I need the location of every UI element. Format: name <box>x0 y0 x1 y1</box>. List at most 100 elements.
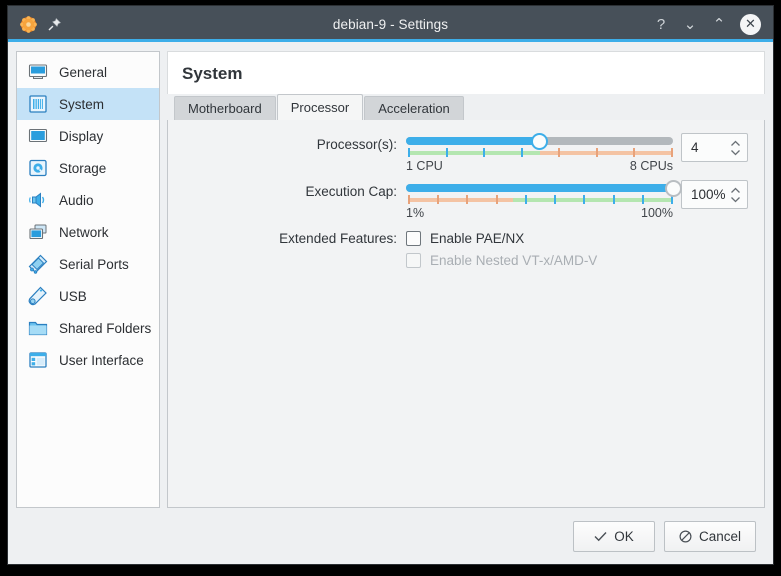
sidebar-item-label: Display <box>59 129 103 144</box>
sidebar-item-label: User Interface <box>59 353 144 368</box>
execution-cap-label: Execution Cap: <box>168 181 406 199</box>
slider-handle[interactable] <box>531 133 548 150</box>
user-interface-icon <box>27 349 49 371</box>
slider-tick <box>671 148 673 157</box>
prohibition-icon <box>679 530 692 543</box>
sidebar-item-general[interactable]: General <box>17 56 159 88</box>
enable-pae-nx-label: Enable PAE/NX <box>430 231 524 246</box>
ok-button-label: OK <box>614 529 634 544</box>
speaker-icon <box>27 189 49 211</box>
processors-max-label: 8 CPUs <box>630 159 673 173</box>
slider-tick <box>583 195 585 204</box>
folder-icon <box>27 317 49 339</box>
maximize-button[interactable]: ⌃ <box>711 16 727 32</box>
sidebar-item-label: Serial Ports <box>59 257 129 272</box>
cancel-button[interactable]: Cancel <box>664 521 756 552</box>
slider-tick <box>437 195 439 204</box>
window-body: General System <box>8 42 773 564</box>
tab-bar: Motherboard Processor Acceleration <box>167 94 765 120</box>
slider-tick <box>554 195 556 204</box>
slider-range-bar-secondary <box>513 198 671 202</box>
slider-tick <box>483 148 485 157</box>
slider-tick <box>521 148 523 157</box>
chevron-up-icon <box>730 187 741 194</box>
execution-cap-slider[interactable] <box>406 181 673 203</box>
sidebar-item-serial-ports[interactable]: Serial Ports <box>17 248 159 280</box>
panes: General System <box>16 51 765 508</box>
processors-range-labels: 1 CPU 8 CPUs <box>406 159 673 173</box>
tab-acceleration[interactable]: Acceleration <box>364 96 464 120</box>
sidebar-item-display[interactable]: Display <box>17 120 159 152</box>
titlebar-buttons: ? ⌄ ⌃ ✕ <box>653 14 773 35</box>
close-button[interactable]: ✕ <box>740 14 761 35</box>
harddisk-icon <box>27 157 49 179</box>
extended-features-row-1: Extended Features: Enable PAE/NX <box>168 231 748 246</box>
chevron-down-icon <box>730 149 741 156</box>
title-bar: debian-9 - Settings ? ⌄ ⌃ ✕ <box>8 6 773 42</box>
settings-window: debian-9 - Settings ? ⌄ ⌃ ✕ <box>8 6 773 564</box>
serial-port-icon <box>27 253 49 275</box>
execution-cap-slider-block: 1% 100% <box>406 181 681 220</box>
slider-fill <box>406 137 540 145</box>
ok-button[interactable]: OK <box>573 521 655 552</box>
enable-nested-vtx-label: Enable Nested VT-x/AMD-V <box>430 253 597 268</box>
chip-icon <box>27 93 49 115</box>
sidebar-item-usb[interactable]: USB <box>17 280 159 312</box>
pin-icon[interactable] <box>47 17 62 32</box>
extended-features-row-2: Enable Nested VT-x/AMD-V <box>168 253 748 268</box>
execution-cap-min-label: 1% <box>406 206 424 220</box>
processor-tab-panel: Processor(s): 1 CPU 8 CPUs <box>167 119 765 508</box>
minimize-button[interactable]: ⌄ <box>682 16 698 32</box>
slider-tick-marks <box>408 195 671 202</box>
sidebar-item-label: Shared Folders <box>59 321 151 336</box>
display-icon <box>27 125 49 147</box>
chevron-up-icon <box>730 140 741 147</box>
tab-motherboard[interactable]: Motherboard <box>174 96 276 120</box>
help-button[interactable]: ? <box>653 16 669 32</box>
slider-tick <box>525 195 527 204</box>
page-header: System <box>167 51 765 94</box>
processors-label: Processor(s): <box>168 134 406 152</box>
sidebar-item-shared-folders[interactable]: Shared Folders <box>17 312 159 344</box>
execution-cap-max-label: 100% <box>641 206 673 220</box>
chevron-down-icon <box>730 196 741 203</box>
slider-tick <box>558 148 560 157</box>
spinner-arrows[interactable] <box>730 140 741 156</box>
execution-cap-range-labels: 1% 100% <box>406 206 673 220</box>
sidebar-item-label: Network <box>59 225 109 240</box>
sidebar-item-audio[interactable]: Audio <box>17 184 159 216</box>
tab-processor[interactable]: Processor <box>277 94 364 120</box>
network-icon <box>27 221 49 243</box>
slider-tick <box>496 195 498 204</box>
slider-tick <box>408 148 410 157</box>
sidebar-item-label: General <box>59 65 107 80</box>
slider-tick <box>446 148 448 157</box>
sidebar-item-user-interface[interactable]: User Interface <box>17 344 159 376</box>
slider-handle[interactable] <box>665 180 682 197</box>
slider-tick <box>633 148 635 157</box>
processors-spinbox[interactable]: 4 <box>681 133 748 162</box>
extended-features-label: Extended Features: <box>168 231 406 246</box>
vbox-settings-gear-icon <box>19 15 38 34</box>
page-title: System <box>182 64 750 84</box>
processors-min-label: 1 CPU <box>406 159 443 173</box>
processors-value: 4 <box>691 140 730 155</box>
sidebar-item-network[interactable]: Network <box>17 216 159 248</box>
execution-cap-spinbox[interactable]: 100% <box>681 180 748 209</box>
slider-tick <box>466 195 468 204</box>
processors-slider[interactable] <box>406 134 673 156</box>
sidebar-item-storage[interactable]: Storage <box>17 152 159 184</box>
slider-tick <box>408 195 410 204</box>
sidebar-item-label: USB <box>59 289 87 304</box>
execution-cap-value: 100% <box>691 187 730 202</box>
sidebar-item-label: System <box>59 97 104 112</box>
usb-icon <box>27 285 49 307</box>
processors-slider-block: 1 CPU 8 CPUs <box>406 134 681 173</box>
spinner-arrows[interactable] <box>730 187 741 203</box>
sidebar-item-system[interactable]: System <box>17 88 159 120</box>
enable-nested-vtx-checkbox <box>406 253 421 268</box>
cancel-button-label: Cancel <box>699 529 741 544</box>
enable-pae-nx-checkbox[interactable] <box>406 231 421 246</box>
execution-cap-row: Execution Cap: 1% 100% <box>168 181 748 220</box>
check-icon <box>594 531 607 542</box>
